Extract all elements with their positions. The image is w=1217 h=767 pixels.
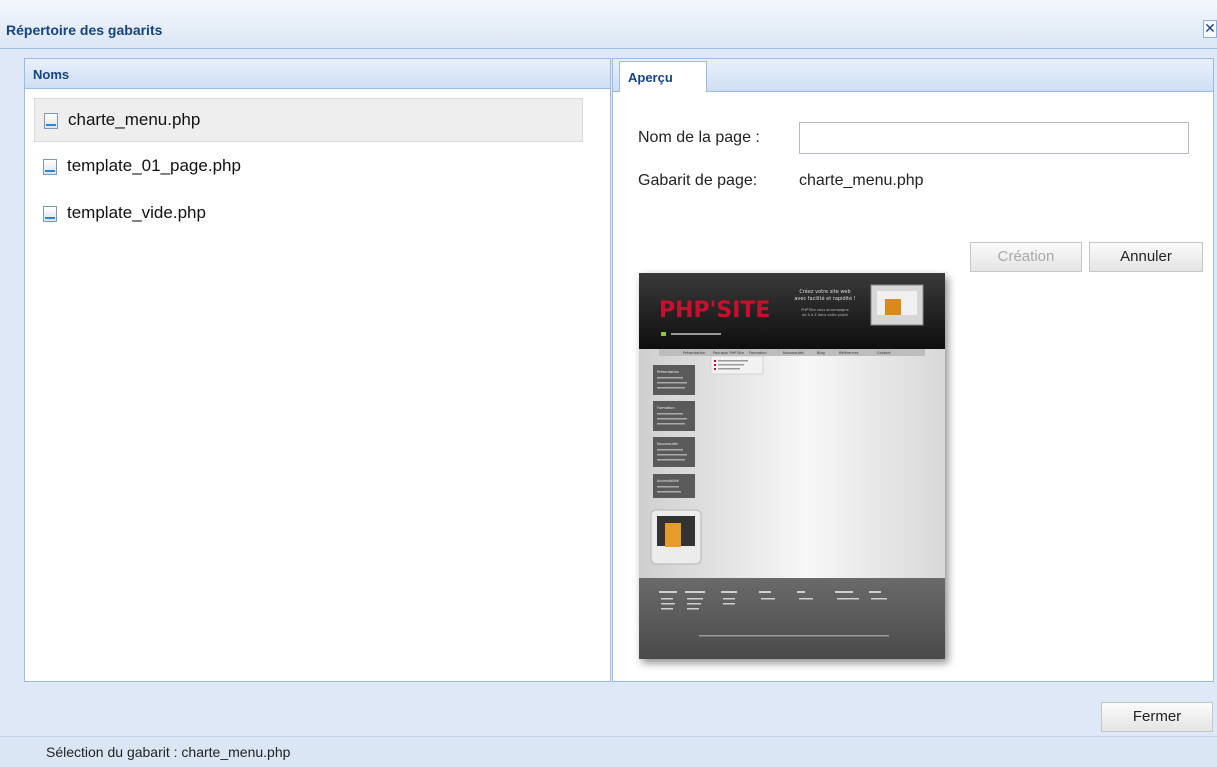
list-item-label: charte_menu.php: [68, 110, 201, 129]
template-preview-thumbnail: PHP'SITE Créez votre site web avec facil…: [639, 273, 945, 659]
preview-side-2: Formation: [657, 406, 675, 410]
preview-panel: Aperçu Nom de la page : Gabarit de page:…: [612, 58, 1214, 682]
tab-strip: Aperçu: [613, 59, 1213, 92]
tab-apercu-label: Aperçu: [628, 70, 673, 85]
template-label: Gabarit de page:: [638, 172, 758, 189]
preview-nav-1: Présentation: [683, 351, 705, 355]
names-panel-header: Noms: [25, 59, 610, 89]
create-button[interactable]: Création: [970, 242, 1082, 272]
file-icon: [43, 206, 57, 222]
template-list-panel: Noms charte_menu.php template_01_page.ph…: [24, 58, 611, 682]
preview-image: PHP'SITE Créez votre site web avec facil…: [639, 273, 945, 659]
preview-nav-5: Blog: [817, 351, 825, 355]
preview-tagline-1: Créez votre site web: [799, 288, 850, 295]
preview-nav-4: Nouveautés: [783, 351, 804, 355]
list-item-label: template_01_page.php: [67, 156, 241, 175]
status-text: Sélection du gabarit : charte_menu.php: [46, 744, 291, 760]
tab-apercu[interactable]: Aperçu: [619, 61, 707, 92]
preview-side-1: Présentation: [657, 370, 679, 374]
file-icon: [44, 113, 58, 129]
page-name-input[interactable]: [799, 122, 1189, 154]
page-name-label: Nom de la page :: [638, 129, 760, 146]
preview-logo: PHP'SITE: [659, 298, 770, 323]
close-dialog-button[interactable]: Fermer: [1101, 702, 1213, 732]
preview-side-3: Nouveautés: [657, 442, 678, 446]
dialog-title: Répertoire des gabarits: [6, 22, 163, 38]
preview-nav-7: Contact: [877, 351, 891, 355]
close-icon[interactable]: ✕: [1203, 20, 1217, 38]
preview-side-4: Accessibilité: [657, 479, 679, 483]
preview-nav-3: Formation: [749, 351, 767, 355]
preview-sub-1: PHP'Site vous accompagne: [801, 308, 849, 312]
preview-tagline-2: avec facilité et rapidité !: [794, 295, 855, 302]
preview-nav-2: Pourquoi PHP'Site: [713, 351, 744, 355]
template-list-item-template-01-page[interactable]: template_01_page.php: [34, 145, 583, 189]
file-icon: [43, 159, 57, 175]
list-item-label: template_vide.php: [67, 203, 206, 222]
template-list-item-charte-menu[interactable]: charte_menu.php: [34, 98, 583, 142]
template-value: charte_menu.php: [799, 172, 924, 189]
dialog-title-bar: Répertoire des gabarits ✕: [0, 0, 1217, 49]
names-header-label: Noms: [33, 67, 70, 82]
preview-nav-6: Références: [839, 351, 859, 355]
cancel-button[interactable]: Annuler: [1089, 242, 1203, 272]
preview-sub-2: de A à Z dans votre projet: [802, 313, 848, 317]
status-bar: Sélection du gabarit : charte_menu.php: [0, 736, 1217, 767]
template-list-item-template-vide[interactable]: template_vide.php: [34, 192, 583, 236]
